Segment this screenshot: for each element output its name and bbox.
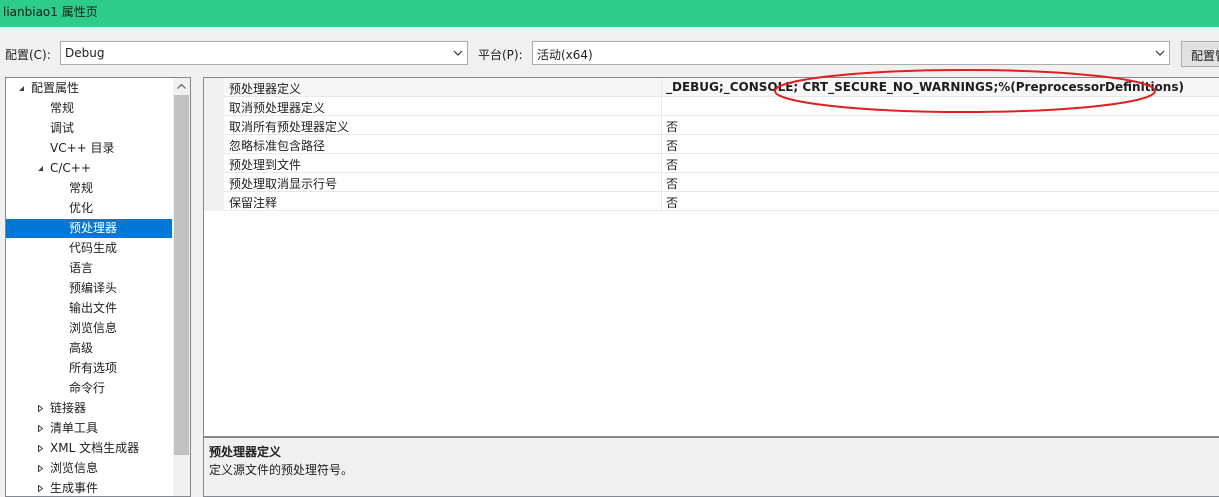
column-divider — [661, 97, 662, 116]
tree-item-label: 输出文件 — [69, 301, 118, 315]
tree-item-label: 高级 — [69, 341, 94, 355]
config-dropdown[interactable]: Debug — [60, 41, 468, 65]
tree-collapsed-icon[interactable] — [34, 439, 46, 458]
description-text: 定义源文件的预处理符号。 — [209, 463, 354, 477]
tree-item-label: 浏览信息 — [50, 461, 99, 475]
description-title: 预处理器定义 — [209, 445, 282, 459]
property-value[interactable]: 否 — [666, 194, 678, 211]
tree-item-label: 调试 — [50, 121, 75, 135]
tree-item[interactable]: 优化 — [6, 199, 172, 218]
tree-item-label: 常规 — [50, 101, 75, 115]
tree-item[interactable]: C/C++ — [6, 159, 172, 178]
property-value[interactable]: 否 — [666, 175, 678, 192]
tree-expanded-icon[interactable] — [15, 79, 27, 98]
tree-item[interactable]: 链接器 — [6, 399, 172, 418]
tree-item-label: 命令行 — [69, 381, 106, 395]
column-divider — [661, 116, 662, 135]
tree-item-label: XML 文档生成器 — [50, 441, 140, 455]
tree-item-label: VC++ 目录 — [50, 141, 115, 155]
description-panel: 预处理器定义 定义源文件的预处理符号。 — [203, 437, 1219, 497]
configuration-bar: 配置(C): Debug 平台(P): 活动(x64) 配置管理器 — [0, 41, 1219, 67]
tree-item[interactable]: 预处理器 — [6, 219, 172, 238]
tree-item[interactable]: VC++ 目录 — [6, 139, 172, 158]
tree-item[interactable]: 命令行 — [6, 379, 172, 398]
tree-item-label: 预处理器 — [69, 221, 118, 235]
scroll-up-icon[interactable] — [173, 78, 190, 95]
tree-item-label: 代码生成 — [69, 241, 118, 255]
property-row[interactable]: 预处理到文件 否 — [224, 154, 1219, 173]
column-divider — [661, 173, 662, 192]
tree-item[interactable]: 生成事件 — [6, 479, 172, 496]
window-title: lianbiao1 属性页 — [3, 5, 98, 19]
property-name: 预处理取消显示行号 — [229, 177, 338, 191]
tree-item-label: 配置属性 — [31, 81, 80, 95]
property-value[interactable]: 否 — [666, 156, 678, 173]
property-row[interactable]: 忽略标准包含路径 否 — [224, 135, 1219, 154]
column-divider — [661, 154, 662, 173]
grid-gutter — [204, 78, 224, 211]
property-name: 取消预处理器定义 — [229, 101, 326, 115]
tree-item-label: 语言 — [69, 261, 94, 275]
tree-expanded-icon[interactable] — [34, 159, 46, 178]
tree-item[interactable]: 常规 — [6, 99, 172, 118]
property-row[interactable]: 预处理取消显示行号 否 — [224, 173, 1219, 192]
tree-item[interactable]: 所有选项 — [6, 359, 172, 378]
tree-item[interactable]: 浏览信息 — [6, 319, 172, 338]
property-value[interactable]: 否 — [666, 118, 678, 135]
property-name: 取消所有预处理器定义 — [229, 120, 350, 134]
property-name: 预处理到文件 — [229, 158, 302, 172]
tree-item-label: 预编译头 — [69, 281, 118, 295]
property-name: 保留注释 — [229, 196, 278, 210]
property-row[interactable]: 取消所有预处理器定义 否 — [224, 116, 1219, 135]
column-divider — [661, 78, 662, 97]
config-value: Debug — [65, 46, 105, 60]
tree-item-label: 所有选项 — [69, 361, 118, 375]
property-value[interactable]: 否 — [666, 137, 678, 154]
tree-item-label: 优化 — [69, 201, 94, 215]
tree-scrollbar[interactable] — [173, 78, 190, 496]
tree-item-label: 浏览信息 — [69, 321, 118, 335]
property-name: 预处理器定义 — [229, 82, 302, 96]
tree-item[interactable]: 浏览信息 — [6, 459, 172, 478]
chevron-down-icon — [1151, 42, 1169, 64]
property-name: 忽略标准包含路径 — [229, 139, 326, 153]
tree-collapsed-icon[interactable] — [34, 479, 46, 496]
tree-item[interactable]: 配置属性 — [6, 79, 172, 98]
scrollbar-thumb[interactable] — [174, 95, 189, 455]
tree-item-label: 常规 — [69, 181, 94, 195]
tree-item[interactable]: 调试 — [6, 119, 172, 138]
property-tree: 配置属性 常规 调试 VC++ 目录 C/C++ 常规 优化 预处理器 代码生成 语言 预编译头 输出… — [5, 77, 191, 497]
platform-value: 活动(x64) — [537, 48, 593, 62]
tree-item-label: C/C++ — [50, 161, 91, 175]
platform-label: 平台(P): — [478, 48, 523, 62]
tree-item[interactable]: XML 文档生成器 — [6, 439, 172, 458]
tree-item[interactable]: 输出文件 — [6, 299, 172, 318]
chevron-down-icon — [449, 42, 467, 64]
column-divider — [661, 192, 662, 211]
tree-collapsed-icon[interactable] — [34, 459, 46, 478]
tree-item-label: 生成事件 — [50, 481, 99, 495]
tree-item[interactable]: 代码生成 — [6, 239, 172, 258]
tree-item[interactable]: 清单工具 — [6, 419, 172, 438]
tree-item[interactable]: 预编译头 — [6, 279, 172, 298]
configuration-manager-button[interactable]: 配置管理器 — [1181, 41, 1219, 67]
column-divider — [661, 135, 662, 154]
tree-item-label: 链接器 — [50, 401, 87, 415]
config-label: 配置(C): — [5, 48, 51, 62]
platform-dropdown[interactable]: 活动(x64) — [532, 41, 1170, 65]
property-grid: 预处理器定义 _DEBUG;_CONSOLE; CRT_SECURE_NO_WAR… — [203, 77, 1219, 437]
tree-item[interactable]: 语言 — [6, 259, 172, 278]
tree-collapsed-icon[interactable] — [34, 399, 46, 418]
tree-collapsed-icon[interactable] — [34, 419, 46, 438]
tree-item[interactable]: 常规 — [6, 179, 172, 198]
property-row[interactable]: 保留注释 否 — [224, 192, 1219, 211]
tree-item[interactable]: 高级 — [6, 339, 172, 358]
tree-item-label: 清单工具 — [50, 421, 99, 435]
window-titlebar: lianbiao1 属性页 — [0, 0, 1219, 27]
red-ellipse-annotation — [774, 69, 1156, 113]
